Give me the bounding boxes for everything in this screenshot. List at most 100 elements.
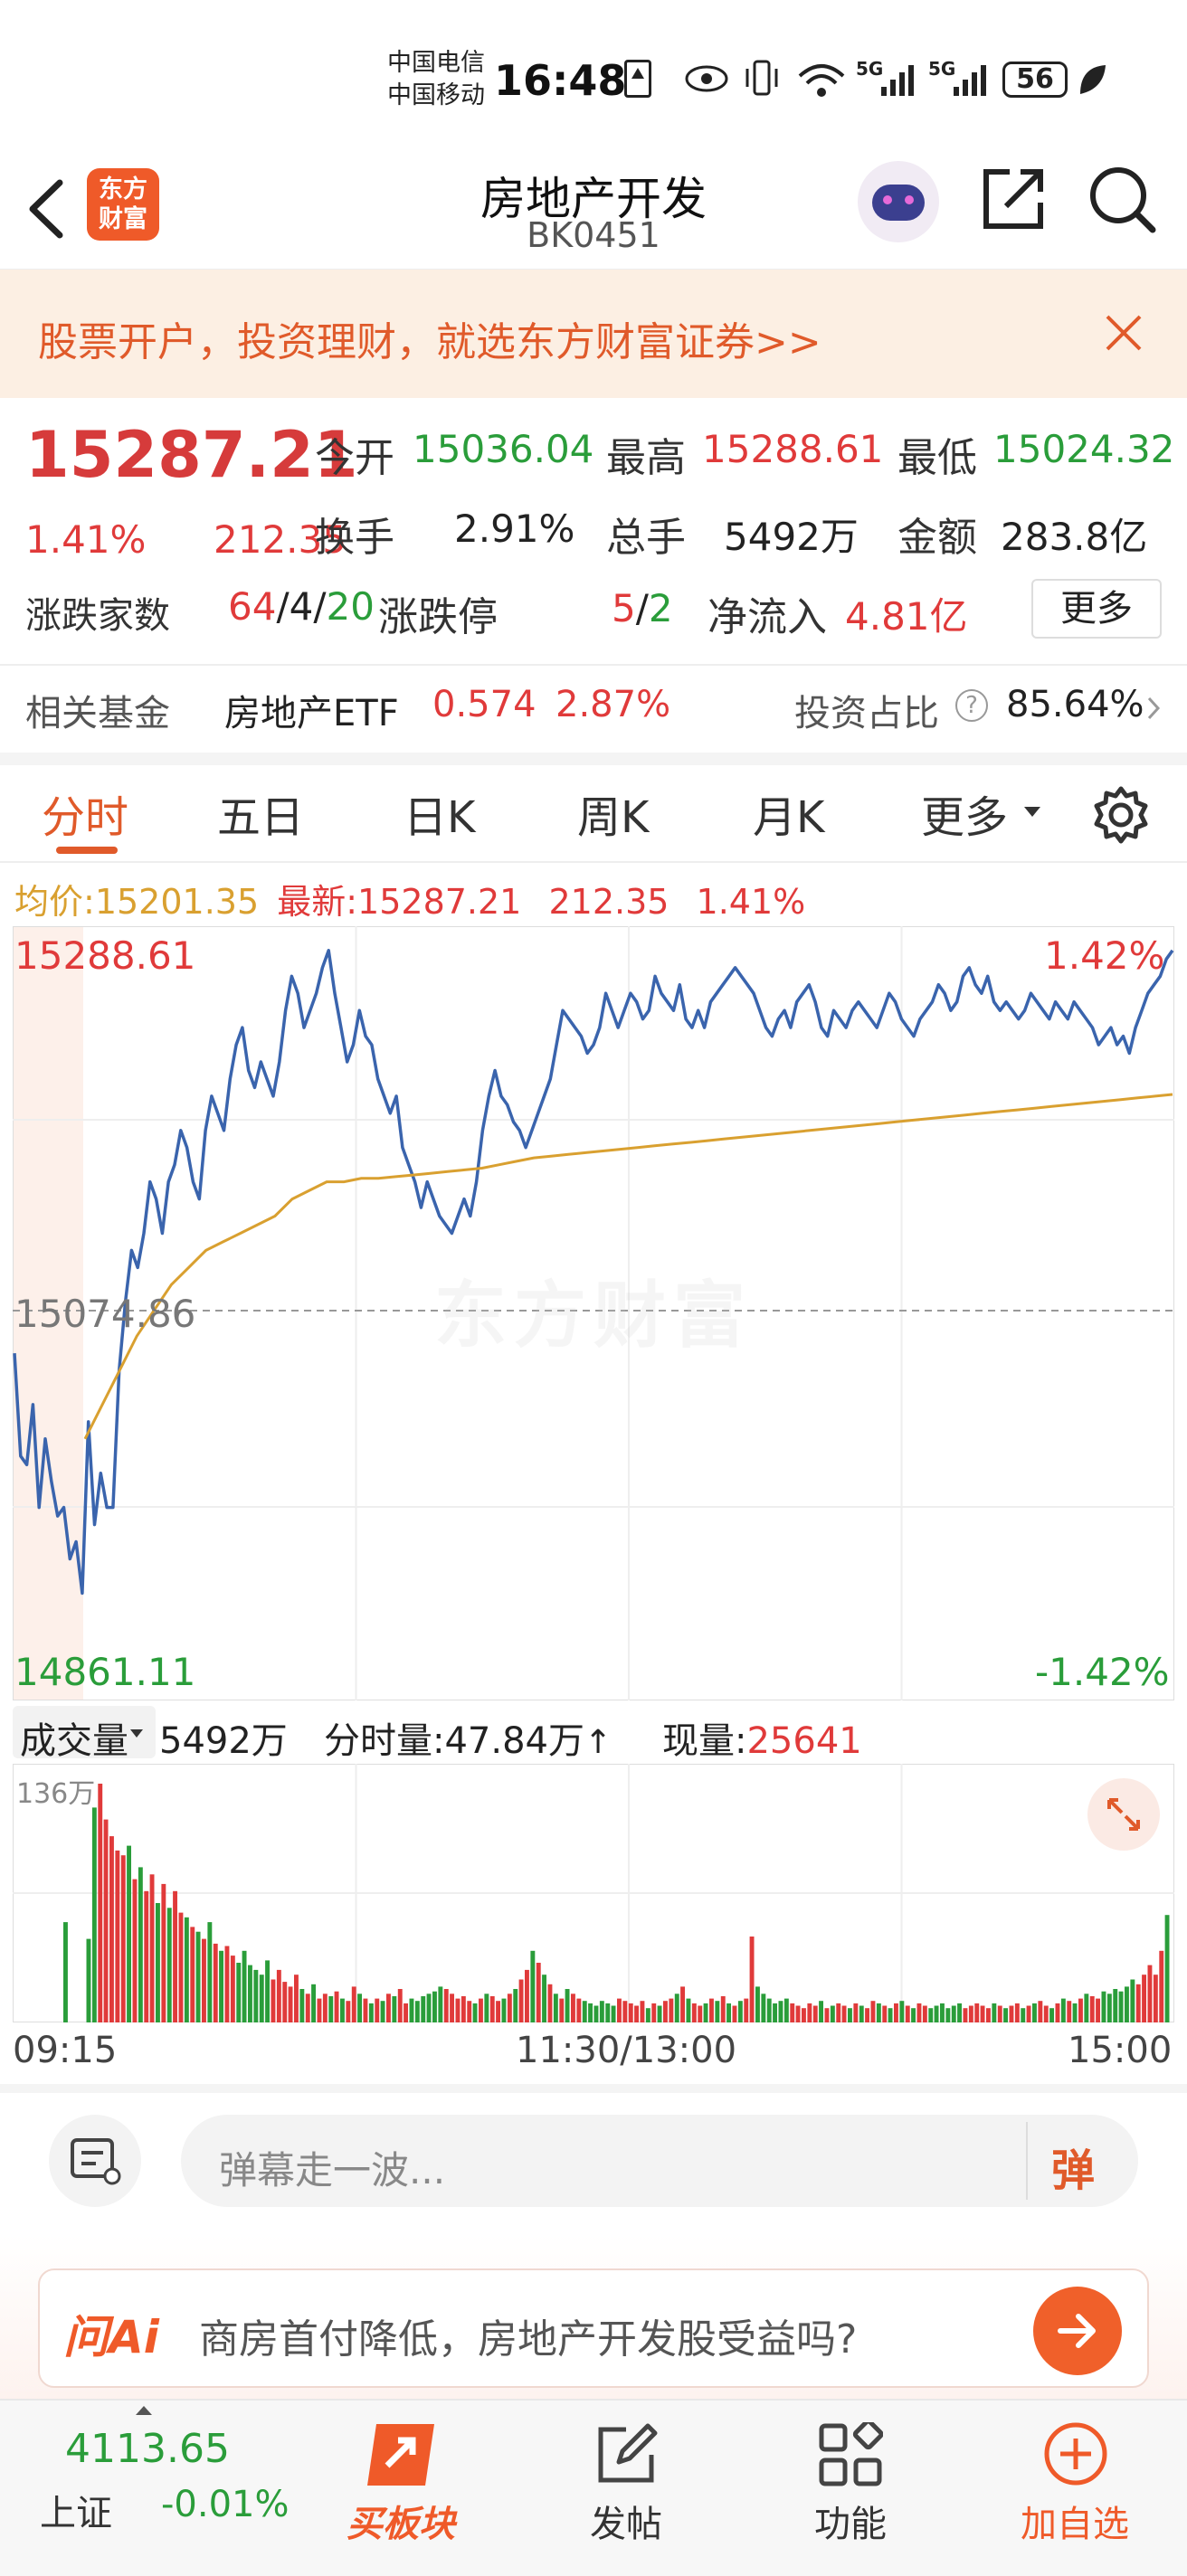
share-icon[interactable] [979,165,1048,233]
bar-volume-value: 47.84万 [444,1720,584,1762]
close-icon[interactable] [1104,313,1144,353]
danmu-input[interactable]: 弹幕走一波... 弹 [181,2115,1138,2207]
robot-assistant-icon[interactable] [858,161,939,242]
ratio-label: 投资占比 [794,693,939,734]
search-icon[interactable] [1086,163,1158,235]
volume-bar [1038,2001,1043,2022]
tab-five-day[interactable]: 五日 [217,781,304,845]
edit-post-icon[interactable] [594,2422,659,2487]
vibrate-icon [745,60,778,96]
danmu-toggle-button[interactable]: 弹 [1051,2135,1095,2198]
buy-sector-icon[interactable] [360,2419,442,2491]
up-count: 64 [228,584,277,629]
ai-question-text[interactable]: 商房首付降低，房地产开发股受益吗? [199,2306,857,2364]
volume-bar [525,1969,529,2022]
volume-bar [467,2001,472,2022]
ratio-value: 85.64% [1006,684,1144,725]
related-fund-row[interactable]: 相关基金 房地产ETF 0.574 2.87% 投资占比 ? 85.64% [0,666,1187,754]
volume-bar [698,2005,703,2022]
volume-chart[interactable] [13,1764,1174,2022]
tab-underline [56,847,118,854]
volume-bar [409,1998,414,2022]
functions-grid-icon[interactable] [818,2422,883,2487]
post-label[interactable]: 发帖 [536,2495,717,2547]
fund-name[interactable]: 房地产ETF [224,684,399,736]
tab-week-k[interactable]: 周K [577,781,649,845]
volume-bar [588,2003,593,2022]
volume-bar [744,1998,749,2022]
volume-bar [144,1890,149,2022]
functions-label[interactable]: 功能 [760,2495,941,2547]
add-watchlist-icon[interactable] [1042,2420,1109,2487]
volume-bar [363,1998,368,2022]
volume-bar [634,2005,639,2022]
more-stats-button[interactable]: 更多 [1031,579,1162,639]
volume-bar [138,1867,143,2022]
promo-banner[interactable]: 股票开户，投资理财，就选东方财富证券>> [0,270,1187,398]
volume-bar [288,1986,293,2022]
volume-bar [91,1807,97,2022]
volume-bar [1021,2008,1026,2022]
volume-bar [518,1979,524,2022]
volume-bar [282,1982,288,2022]
volume-bar [807,2003,812,2022]
volume-bar [922,2005,927,2022]
volume-bar [1147,1965,1153,2022]
open-value: 15036.04 [413,427,594,471]
volume-bar [63,1922,68,2022]
banner-text[interactable]: 股票开户，投资理财，就选东方财富证券>> [38,309,821,367]
help-icon[interactable]: ? [955,689,988,722]
netflow-label: 净流入 [707,594,827,640]
volume-bar [1049,2008,1054,2022]
volume-bar [1055,2003,1060,2022]
ai-submit-button[interactable] [1033,2287,1122,2375]
section-gap [0,2084,1187,2093]
battery-indicator: 56 [1002,62,1068,98]
volume-bar [968,2005,973,2022]
buy-sector-label[interactable]: 买板块 [310,2495,491,2547]
volume-bar [455,1998,461,2022]
comment-list-button[interactable] [49,2115,141,2207]
index-name[interactable]: 上证 [40,2484,112,2536]
volume-bar [1026,2005,1031,2022]
volume-bar [1159,1950,1164,2022]
volume-bar [421,1996,426,2022]
volume-bar [720,1996,726,2022]
volume-bar [513,1989,518,2022]
high-label: 最高 [606,435,686,481]
volume-bar [190,1927,195,2022]
volume-bar [680,1986,685,2022]
settings-gear-icon[interactable] [1091,785,1151,845]
volume-bar [963,2008,968,2022]
volume-bar [115,1850,120,2022]
volume-bar [1096,1998,1100,2022]
tab-more[interactable]: 更多 [921,781,1008,845]
volume-dropdown[interactable]: 成交量 [13,1706,156,1762]
ai-question-bar[interactable]: 问Ai 商房首付降低，房地产开发股受益吗? [38,2268,1149,2388]
y-axis-max: 15288.61 [14,933,196,978]
volume-bar [657,2005,662,2022]
volume-bar [328,1996,334,2022]
tab-day-k[interactable]: 日K [404,781,475,845]
volume-bar [202,1938,206,2022]
volume-bar [1032,2003,1037,2022]
current-volume-value: 25641 [746,1720,862,1762]
tab-intraday[interactable]: 分时 [42,781,128,845]
volume-bar [1135,1984,1141,2022]
expand-icon [1107,1798,1140,1831]
tab-month-k[interactable]: 月K [753,781,824,845]
volume-bar [1101,1991,1106,2022]
volume-bar [836,2003,841,2022]
volume-bar [1084,1994,1089,2022]
low-value: 15024.32 [993,427,1175,471]
volume-bar [761,1994,766,2022]
index-value[interactable]: 4113.65 [65,2426,230,2472]
volume-bar [645,2008,650,2022]
volume-bar [773,2003,777,2022]
fund-percent: 2.87% [556,684,671,725]
volume-bar [392,1996,397,2022]
index-percent[interactable]: -0.01% [161,2484,290,2525]
expand-chart-button[interactable] [1087,1778,1160,1851]
add-watchlist-label[interactable]: 加自选 [984,2495,1165,2547]
volume-bar [755,1986,760,2022]
